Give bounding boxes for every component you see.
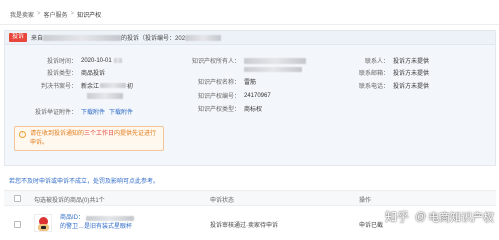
field-judgment: 判决书案号： 新余江初 <box>5 81 133 90</box>
deadline-highlight: 三个工作日 <box>84 131 115 137</box>
redacted-complaint-id <box>185 34 222 41</box>
header-product: 勾选被投诉的商品(0)共1个 <box>34 198 105 204</box>
ip-name: 雷筋 <box>244 80 257 86</box>
redacted-product-id <box>86 215 135 221</box>
product-thumbnail[interactable] <box>34 214 52 232</box>
warning-icon: ! <box>19 131 26 138</box>
header-operation: 操作 <box>359 198 372 204</box>
complaint-time: 2020-10-01 <box>81 58 122 64</box>
breadcrumb-current: 知识产权 <box>77 12 102 19</box>
appeal-action[interactable]: 申诉已截 <box>359 220 383 229</box>
header-suffix: 的投诉（投诉编号：202 <box>121 36 186 42</box>
breadcrumb-home[interactable]: 我是卖家 <box>10 10 34 19</box>
download-attachment-link[interactable]: 下载附件 <box>109 107 133 116</box>
header-status: 申诉状态 <box>210 198 235 204</box>
field-phone: 联系电话： 投诉方未提供 <box>325 81 429 90</box>
product-name[interactable]: 商品ID： 的警卫…是旧有装式星眼杯 <box>60 214 135 231</box>
field-evidence: 投诉举证附件： 下载附件 下载附件 <box>5 107 133 116</box>
complaint-tag: 投诉 <box>9 33 28 42</box>
contact-value: 投诉方未提供 <box>393 59 430 65</box>
watermark: 知乎 @ 电商知识产权 <box>385 208 494 225</box>
breadcrumb: 我是卖家 > 客户服务 > 知识产权 <box>10 9 101 19</box>
watermark-text: 电商知识产权 <box>428 211 495 224</box>
field-contact: 联系人： 投诉方未提供 <box>325 56 429 65</box>
complaint-header: 投诉 来自 的投诉（投诉编号：202 <box>5 31 495 45</box>
redacted-judgment <box>87 92 123 99</box>
zhihu-logo: 知乎 <box>385 210 410 224</box>
field-owner: 知识产权所有人： <box>145 56 306 65</box>
row-checkbox[interactable] <box>14 221 21 228</box>
email-value: 投诉方未提供 <box>393 71 430 77</box>
field-ip-name: 知识产权名称： 雷筋 <box>145 77 256 86</box>
at-icon: @ <box>415 210 427 223</box>
field-time: 投诉时间： 2020-10-01 <box>5 56 122 65</box>
field-ip-number: 知识产权编号： 24170967 <box>197 92 271 101</box>
field-type: 投诉类型： 商品投诉 <box>5 68 105 77</box>
breadcrumb-separator: > <box>70 11 75 17</box>
redacted-owner <box>244 57 306 64</box>
complaint-type: 商品投诉 <box>81 71 106 77</box>
deadline-notice: ! 请在收到投诉通知的三个工作日内提供先证进行申诉。 <box>14 126 164 151</box>
breadcrumb-separator: > <box>37 11 41 17</box>
ip-number: 24170967 <box>244 92 271 99</box>
complaint-header-text: 来自 的投诉（投诉编号：202 <box>31 33 222 42</box>
field-ip-type: 知识产权类型： 商标权 <box>145 104 262 113</box>
phone-value: 投诉方未提供 <box>393 84 430 90</box>
penalty-info-link[interactable]: 若您不及时申诉或申诉不成立，处罚及影响可点此参考。 <box>9 176 159 185</box>
field-email: 联系邮箱： 投诉方未提供 <box>325 68 429 77</box>
header-prefix: 来自 <box>31 36 44 42</box>
appeal-status: 投诉审核通过·卖家待申诉 <box>210 223 278 229</box>
ip-type: 商标权 <box>244 107 263 113</box>
table-header: 勾选被投诉的商品(0)共1个 申诉状态 操作 <box>4 190 496 206</box>
judgment-number: 新余江初 <box>81 83 134 90</box>
complaint-panel: 投诉 来自 的投诉（投诉编号：202 投诉时间： 2020-10-01 投诉类型… <box>4 30 496 166</box>
redacted-complainant <box>43 34 122 41</box>
select-all-checkbox[interactable] <box>14 195 21 202</box>
field-judgment-extra <box>5 91 123 100</box>
divider <box>0 24 499 25</box>
download-attachment-link[interactable]: 下载附件 <box>81 107 105 116</box>
breadcrumb-section[interactable]: 客户服务 <box>44 10 68 19</box>
field-owner-extra <box>145 65 302 74</box>
